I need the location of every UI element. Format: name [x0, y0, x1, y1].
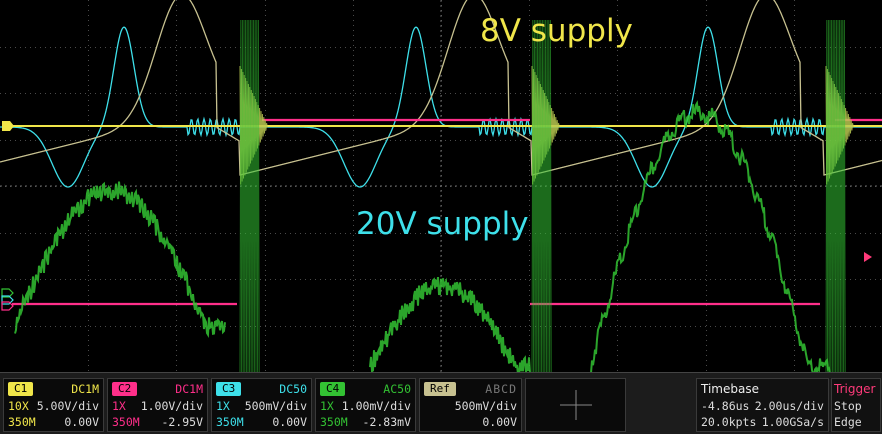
- channel-4-trace-1: [14, 181, 226, 339]
- channel-2-probe: 1X: [112, 399, 126, 413]
- ringing-spike: [531, 19, 552, 372]
- channel-4-badge: C4: [320, 382, 346, 396]
- ringing-spike: [825, 19, 846, 372]
- channel-3-offset: 0.00V: [272, 415, 307, 429]
- trigger-level-marker: [864, 252, 872, 262]
- channel-4-coupling: AC50: [383, 382, 411, 396]
- channel-3-coupling: DC50: [279, 382, 307, 396]
- navigator-panel[interactable]: [525, 378, 626, 432]
- ringing-spike: [239, 19, 260, 372]
- channel-2-scale: 1.00V/div: [140, 399, 203, 413]
- timebase-sample-rate: 1.00GSa/s: [761, 415, 824, 429]
- channel-4-scale: 1.00mV/div: [341, 399, 411, 413]
- waveform-canvas: [0, 0, 882, 372]
- channel-4-trace-2: [369, 276, 531, 372]
- channel-4-bandwidth: 350M: [320, 415, 348, 429]
- channel-1-badge: C1: [8, 382, 34, 396]
- timebase-panel[interactable]: Timebase -4.86us 2.00us/div 20.0kpts 1.00G…: [696, 378, 829, 432]
- channel-1-coupling: DC1M: [71, 382, 99, 396]
- channel-3-panel[interactable]: C3 DC50 1X 500mV/div 350M 0.00V: [211, 378, 312, 432]
- channel-1-panel[interactable]: C1 DC1M 10X 5.00V/div 350M 0.00V: [3, 378, 104, 432]
- annotation-8v-supply: 8V supply: [480, 13, 633, 49]
- trigger-panel[interactable]: Trigger Stop Edge: [831, 378, 881, 432]
- channel-4-offset: -2.83mV: [362, 415, 411, 429]
- channel-1-offset: 0.00V: [64, 415, 99, 429]
- channel-3-badge: C3: [216, 382, 242, 396]
- channel-1-probe: 10X: [8, 399, 29, 413]
- channel-2-coupling: DC1M: [175, 382, 203, 396]
- channel-2-panel[interactable]: C2 DC1M 1X 1.00V/div 350M -2.95V: [107, 378, 208, 432]
- status-bar: C1 DC1M 10X 5.00V/div 350M 0.00V C2 DC1M 1X 1…: [0, 372, 882, 434]
- channel-2-offset: -2.95V: [161, 415, 203, 429]
- channel-1-marker: [2, 121, 14, 131]
- channel-3-bandwidth: 350M: [216, 415, 244, 429]
- channel-3-scale: 500mV/div: [244, 399, 307, 413]
- trigger-state: Stop: [834, 399, 862, 413]
- channel-2-bandwidth: 350M: [112, 415, 140, 429]
- ref-scale: 500mV/div: [454, 399, 517, 413]
- ref-panel[interactable]: Ref ABCD 500mV/div 0.00V: [419, 378, 522, 432]
- channel-1-scale: 5.00V/div: [36, 399, 99, 413]
- ref-badge: Ref: [424, 382, 456, 396]
- timebase-points: 20.0kpts: [701, 415, 757, 429]
- channel-2-badge: C2: [112, 382, 138, 396]
- trigger-title: Trigger: [834, 382, 876, 396]
- waveform-display[interactable]: 8V supply 20V supply: [0, 0, 882, 372]
- channel-4-panel[interactable]: C4 AC50 1X 1.00mV/div 350M -2.83mV: [315, 378, 416, 432]
- timebase-delay: -4.86us: [701, 399, 750, 413]
- channel-3-probe: 1X: [216, 399, 230, 413]
- trigger-mode: Edge: [834, 415, 862, 429]
- channel-2-marker: [1, 301, 14, 311]
- channel-4-probe: 1X: [320, 399, 334, 413]
- timebase-title: Timebase: [701, 382, 759, 396]
- channel-1-bandwidth: 350M: [8, 415, 36, 429]
- crosshair-icon: [560, 390, 592, 420]
- timebase-scale: 2.00us/div: [754, 399, 824, 413]
- ref-offset: 0.00V: [482, 415, 517, 429]
- ref-channels: ABCD: [485, 382, 517, 396]
- annotation-20v-supply: 20V supply: [356, 206, 529, 242]
